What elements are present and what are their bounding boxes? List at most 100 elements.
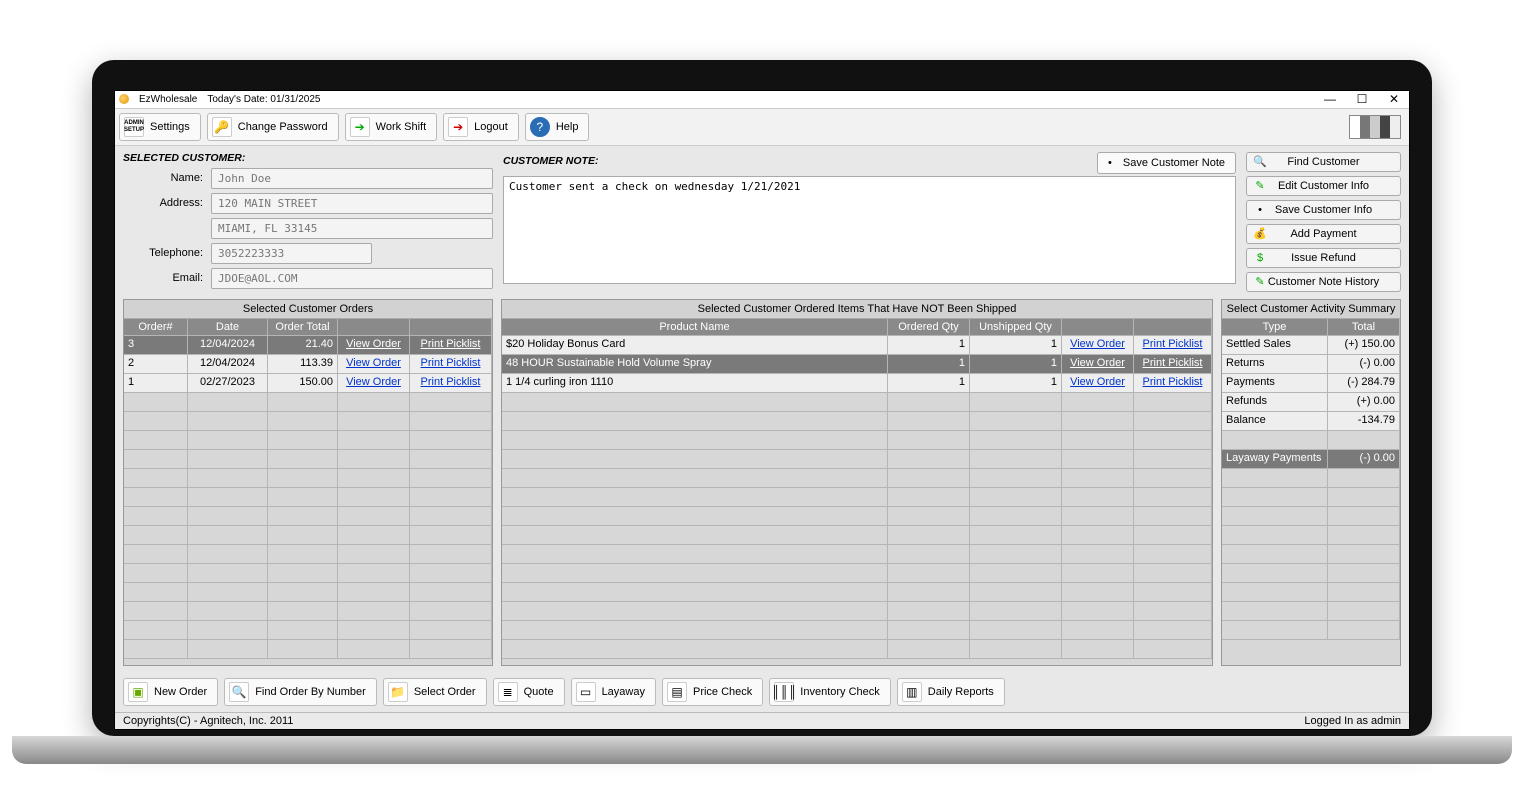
view-order-link[interactable]: View Order bbox=[1066, 338, 1129, 350]
col-total-sum: Total bbox=[1328, 319, 1400, 336]
view-order-link[interactable]: View Order bbox=[342, 338, 405, 350]
col-type: Type bbox=[1222, 319, 1328, 336]
arrow-right-green-icon: ➔ bbox=[350, 117, 370, 137]
col-view2 bbox=[1062, 319, 1134, 336]
selected-customer-section: SELECTED CUSTOMER: Name: Address: Teleph… bbox=[123, 152, 493, 293]
view-order-link[interactable]: View Order bbox=[1066, 357, 1129, 369]
save-customer-note-button[interactable]: • Save Customer Note bbox=[1097, 152, 1236, 174]
change-password-button[interactable]: 🔑 Change Password bbox=[207, 113, 339, 141]
summary-panel-title: Select Customer Activity Summary bbox=[1222, 300, 1400, 319]
logout-button[interactable]: ➔ Logout bbox=[443, 113, 519, 141]
col-view bbox=[338, 319, 410, 336]
help-icon: ? bbox=[530, 117, 550, 137]
cash-icon: $ bbox=[1253, 252, 1267, 264]
customer-note-heading: CUSTOMER NOTE: bbox=[503, 155, 598, 167]
address2-field[interactable] bbox=[211, 218, 493, 239]
add-payment-button[interactable]: 💰Add Payment bbox=[1246, 224, 1401, 244]
customer-note-section: CUSTOMER NOTE: • Save Customer Note bbox=[503, 152, 1236, 284]
summary-panel: Select Customer Activity Summary Type To… bbox=[1221, 299, 1401, 666]
help-button[interactable]: ? Help bbox=[525, 113, 590, 141]
save-customer-button[interactable]: •Save Customer Info bbox=[1246, 200, 1401, 220]
print-picklist-link[interactable]: Print Picklist bbox=[1138, 357, 1207, 369]
color-palette[interactable] bbox=[1349, 115, 1401, 139]
customer-actions: 🔍Find Customer ✎Edit Customer Info •Save… bbox=[1246, 152, 1401, 292]
daily-reports-button[interactable]: ▥Daily Reports bbox=[897, 678, 1005, 706]
print-picklist-link[interactable]: Print Picklist bbox=[1138, 376, 1207, 388]
today-date: Today's Date: 01/31/2025 bbox=[207, 94, 320, 105]
logout-label: Logout bbox=[474, 121, 508, 133]
close-button[interactable]: ✕ bbox=[1383, 92, 1405, 106]
money-icon: 💰 bbox=[1253, 227, 1267, 240]
barcode-icon: ║║║ bbox=[774, 682, 794, 702]
key-icon: 🔑 bbox=[212, 117, 232, 137]
minimize-button[interactable]: — bbox=[1319, 92, 1341, 106]
telephone-label: Telephone: bbox=[123, 247, 203, 259]
print-picklist-link[interactable]: Print Picklist bbox=[414, 376, 487, 388]
print-picklist-link[interactable]: Print Picklist bbox=[414, 357, 487, 369]
layaway-button[interactable]: ▭Layaway bbox=[571, 678, 656, 706]
telephone-field[interactable] bbox=[211, 243, 372, 264]
inventory-check-button[interactable]: ║║║Inventory Check bbox=[769, 678, 890, 706]
edit-customer-button[interactable]: ✎Edit Customer Info bbox=[1246, 176, 1401, 196]
print-picklist-link[interactable]: Print Picklist bbox=[1138, 338, 1207, 350]
address-label: Address: bbox=[123, 197, 203, 209]
copyright-text: Copyrights(C) - Agnitech, Inc. 2011 bbox=[123, 715, 293, 727]
note-history-button[interactable]: ✎Customer Note History bbox=[1246, 272, 1401, 292]
col-ordered-qty: Ordered Qty bbox=[888, 319, 970, 336]
view-order-link[interactable]: View Order bbox=[1066, 376, 1129, 388]
unshipped-panel: Selected Customer Ordered Items That Hav… bbox=[501, 299, 1213, 666]
pencil-icon: ✎ bbox=[1253, 179, 1267, 192]
customer-note-textarea[interactable] bbox=[503, 176, 1236, 284]
price-check-button[interactable]: ▤Price Check bbox=[662, 678, 763, 706]
title-bar: EzWholesale Today's Date: 01/31/2025 — ☐… bbox=[115, 91, 1409, 109]
unshipped-panel-title: Selected Customer Ordered Items That Hav… bbox=[502, 300, 1212, 319]
new-order-button[interactable]: ▣New Order bbox=[123, 678, 218, 706]
work-shift-button[interactable]: ➔ Work Shift bbox=[345, 113, 438, 141]
new-order-icon: ▣ bbox=[128, 682, 148, 702]
quote-icon: ≣ bbox=[498, 682, 518, 702]
email-field[interactable] bbox=[211, 268, 493, 289]
col-unshipped-qty: Unshipped Qty bbox=[970, 319, 1062, 336]
maximize-button[interactable]: ☐ bbox=[1351, 92, 1373, 106]
disk-icon: • bbox=[1253, 204, 1267, 216]
col-order-num: Order# bbox=[124, 319, 188, 336]
find-customer-button[interactable]: 🔍Find Customer bbox=[1246, 152, 1401, 172]
find-order-button[interactable]: 🔍Find Order By Number bbox=[224, 678, 377, 706]
quote-button[interactable]: ≣Quote bbox=[493, 678, 565, 706]
app-title: EzWholesale bbox=[139, 94, 197, 105]
arrow-right-red-icon: ➔ bbox=[448, 117, 468, 137]
search-icon: 🔍 bbox=[1253, 155, 1267, 168]
work-shift-label: Work Shift bbox=[376, 121, 427, 133]
select-order-button[interactable]: 📁Select Order bbox=[383, 678, 487, 706]
history-icon: ✎ bbox=[1253, 275, 1267, 288]
price-icon: ▤ bbox=[667, 682, 687, 702]
settings-button[interactable]: ADMINSETUP Settings bbox=[119, 113, 201, 141]
app-icon bbox=[119, 94, 129, 104]
orders-panel: Selected Customer Orders Order# Date Ord… bbox=[123, 299, 493, 666]
folder-icon: 📁 bbox=[388, 682, 408, 702]
view-order-link[interactable]: View Order bbox=[342, 357, 405, 369]
selected-customer-heading: SELECTED CUSTOMER: bbox=[123, 152, 493, 164]
email-label: Email: bbox=[123, 272, 203, 284]
layaway-icon: ▭ bbox=[576, 682, 596, 702]
col-product: Product Name bbox=[502, 319, 888, 336]
report-icon: ▥ bbox=[902, 682, 922, 702]
address1-field[interactable] bbox=[211, 193, 493, 214]
name-label: Name: bbox=[123, 172, 203, 184]
name-field[interactable] bbox=[211, 168, 493, 189]
binoculars-icon: 🔍 bbox=[229, 682, 249, 702]
help-label: Help bbox=[556, 121, 579, 133]
print-picklist-link[interactable]: Print Picklist bbox=[414, 338, 487, 350]
change-password-label: Change Password bbox=[238, 121, 328, 133]
main-toolbar: ADMINSETUP Settings 🔑 Change Password ➔ … bbox=[115, 109, 1409, 146]
orders-panel-title: Selected Customer Orders bbox=[124, 300, 492, 319]
view-order-link[interactable]: View Order bbox=[342, 376, 405, 388]
admin-setup-icon: ADMINSETUP bbox=[124, 117, 144, 137]
issue-refund-button[interactable]: $Issue Refund bbox=[1246, 248, 1401, 268]
col-total: Order Total bbox=[268, 319, 338, 336]
settings-label: Settings bbox=[150, 121, 190, 133]
login-status: Logged In as admin bbox=[1304, 715, 1401, 727]
save-note-label: Save Customer Note bbox=[1123, 157, 1225, 169]
save-icon: • bbox=[1103, 156, 1117, 170]
col-print2 bbox=[1134, 319, 1212, 336]
